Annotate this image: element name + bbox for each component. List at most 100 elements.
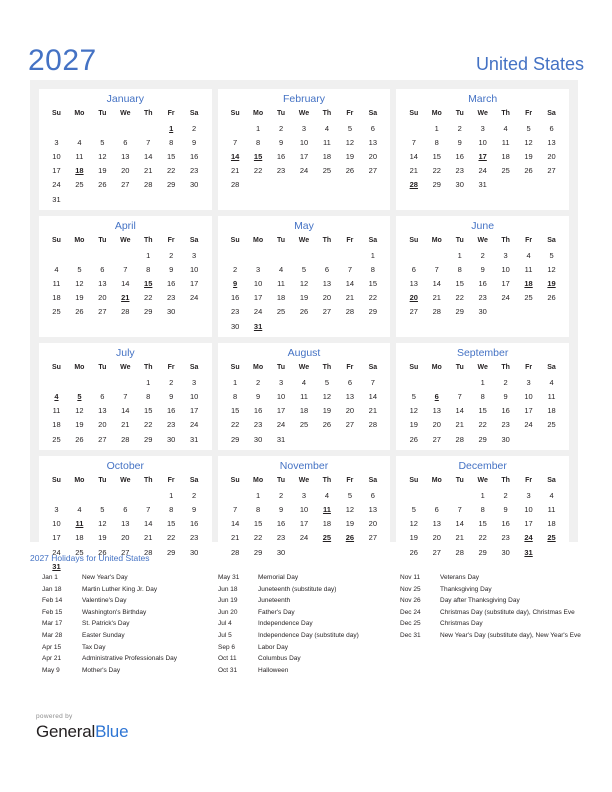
day-cell[interactable]: 27 <box>114 178 137 192</box>
day-cell[interactable]: 16 <box>494 517 517 531</box>
day-cell[interactable]: 16 <box>224 291 247 305</box>
day-cell[interactable]: 13 <box>361 502 384 516</box>
day-cell[interactable]: 12 <box>402 517 425 531</box>
day-cell[interactable]: 17 <box>293 149 316 163</box>
day-cell-holiday[interactable]: 18 <box>68 164 91 178</box>
day-cell[interactable]: 7 <box>448 502 471 516</box>
day-cell[interactable]: 16 <box>448 149 471 163</box>
day-cell[interactable]: 13 <box>540 135 563 149</box>
day-cell[interactable]: 29 <box>471 545 494 559</box>
day-cell[interactable]: 23 <box>160 418 183 432</box>
day-cell[interactable]: 26 <box>338 164 361 178</box>
day-cell[interactable]: 6 <box>114 135 137 149</box>
day-cell[interactable]: 15 <box>160 517 183 531</box>
day-cell[interactable]: 14 <box>361 389 384 403</box>
day-cell[interactable]: 18 <box>540 404 563 418</box>
day-cell[interactable]: 22 <box>224 418 247 432</box>
day-cell[interactable]: 27 <box>361 531 384 545</box>
day-cell[interactable]: 2 <box>270 121 293 135</box>
day-cell[interactable]: 11 <box>540 389 563 403</box>
day-cell[interactable]: 7 <box>137 502 160 516</box>
day-cell[interactable]: 2 <box>494 488 517 502</box>
day-cell[interactable]: 23 <box>494 418 517 432</box>
day-cell[interactable]: 2 <box>224 262 247 276</box>
day-cell[interactable]: 19 <box>338 149 361 163</box>
day-cell[interactable]: 9 <box>247 389 270 403</box>
day-cell[interactable]: 26 <box>315 418 338 432</box>
day-cell[interactable]: 10 <box>45 149 68 163</box>
day-cell-holiday[interactable]: 20 <box>402 291 425 305</box>
day-cell[interactable]: 18 <box>540 517 563 531</box>
day-cell[interactable]: 9 <box>494 389 517 403</box>
day-cell[interactable]: 23 <box>247 418 270 432</box>
day-cell[interactable]: 21 <box>448 531 471 545</box>
day-cell[interactable]: 19 <box>402 531 425 545</box>
day-cell[interactable]: 19 <box>517 149 540 163</box>
day-cell[interactable]: 28 <box>224 545 247 559</box>
day-cell[interactable]: 28 <box>425 305 448 319</box>
day-cell[interactable]: 15 <box>471 404 494 418</box>
day-cell[interactable]: 27 <box>315 305 338 319</box>
day-cell-holiday[interactable]: 9 <box>224 277 247 291</box>
day-cell[interactable]: 20 <box>91 291 114 305</box>
day-cell[interactable]: 5 <box>338 121 361 135</box>
day-cell[interactable]: 24 <box>45 178 68 192</box>
day-cell[interactable]: 17 <box>494 277 517 291</box>
day-cell-holiday[interactable]: 25 <box>540 531 563 545</box>
day-cell[interactable]: 27 <box>91 432 114 446</box>
day-cell[interactable]: 19 <box>338 517 361 531</box>
day-cell[interactable]: 16 <box>270 517 293 531</box>
day-cell[interactable]: 5 <box>315 375 338 389</box>
day-cell[interactable]: 3 <box>270 375 293 389</box>
day-cell[interactable]: 2 <box>448 121 471 135</box>
day-cell-holiday[interactable]: 6 <box>425 389 448 403</box>
day-cell[interactable]: 11 <box>45 404 68 418</box>
day-cell[interactable]: 30 <box>471 305 494 319</box>
day-cell[interactable]: 9 <box>183 135 206 149</box>
day-cell[interactable]: 21 <box>448 418 471 432</box>
day-cell[interactable]: 14 <box>137 517 160 531</box>
day-cell[interactable]: 1 <box>471 375 494 389</box>
day-cell[interactable]: 3 <box>494 248 517 262</box>
day-cell[interactable]: 10 <box>293 135 316 149</box>
day-cell[interactable]: 29 <box>471 432 494 446</box>
day-cell[interactable]: 20 <box>540 149 563 163</box>
day-cell[interactable]: 17 <box>45 531 68 545</box>
day-cell[interactable]: 1 <box>361 248 384 262</box>
day-cell[interactable]: 26 <box>402 432 425 446</box>
day-cell[interactable]: 3 <box>247 262 270 276</box>
day-cell[interactable]: 30 <box>448 178 471 192</box>
day-cell[interactable]: 4 <box>540 375 563 389</box>
day-cell[interactable]: 12 <box>293 277 316 291</box>
day-cell[interactable]: 23 <box>224 305 247 319</box>
day-cell[interactable]: 3 <box>471 121 494 135</box>
day-cell[interactable]: 8 <box>361 262 384 276</box>
day-cell-holiday[interactable]: 14 <box>224 149 247 163</box>
day-cell[interactable]: 29 <box>224 432 247 446</box>
day-cell[interactable]: 4 <box>315 488 338 502</box>
day-cell[interactable]: 11 <box>45 277 68 291</box>
day-cell[interactable]: 9 <box>270 135 293 149</box>
day-cell[interactable]: 27 <box>425 432 448 446</box>
day-cell[interactable]: 17 <box>183 277 206 291</box>
day-cell-holiday[interactable]: 24 <box>517 531 540 545</box>
day-cell[interactable]: 19 <box>91 164 114 178</box>
day-cell[interactable]: 29 <box>137 432 160 446</box>
day-cell[interactable]: 28 <box>448 545 471 559</box>
day-cell[interactable]: 13 <box>91 277 114 291</box>
day-cell[interactable]: 23 <box>448 164 471 178</box>
day-cell[interactable]: 23 <box>160 291 183 305</box>
day-cell[interactable]: 5 <box>68 262 91 276</box>
day-cell[interactable]: 31 <box>183 432 206 446</box>
day-cell[interactable]: 6 <box>425 502 448 516</box>
day-cell-holiday[interactable]: 18 <box>517 277 540 291</box>
day-cell[interactable]: 21 <box>224 531 247 545</box>
day-cell[interactable]: 12 <box>91 517 114 531</box>
day-cell[interactable]: 27 <box>338 418 361 432</box>
day-cell[interactable]: 23 <box>471 291 494 305</box>
day-cell[interactable]: 8 <box>471 502 494 516</box>
day-cell[interactable]: 9 <box>183 502 206 516</box>
day-cell[interactable]: 4 <box>45 262 68 276</box>
day-cell[interactable]: 18 <box>293 404 316 418</box>
day-cell[interactable]: 25 <box>517 291 540 305</box>
